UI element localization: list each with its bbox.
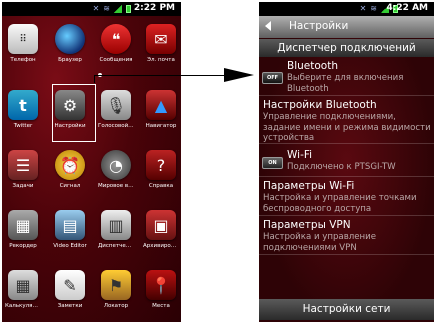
navigation-arrow-icon: ▲ [146, 90, 176, 120]
app-label: Навигатор [145, 123, 177, 129]
app-label: Twitter [13, 123, 33, 129]
task-manager-icon: ▥ [101, 210, 131, 240]
wifi-icon: ≋ [370, 4, 377, 13]
bluetooth-settings-title: Настройки Bluetooth [263, 99, 377, 111]
battery-icon [126, 4, 131, 13]
app-label: Эл. почта [147, 57, 175, 63]
wifi-title: Wi-Fi [287, 149, 313, 161]
usb-icon: ✕ [92, 4, 100, 13]
network-settings-header[interactable]: Настройки сети [259, 299, 434, 320]
app-task-manager[interactable]: ▥ Диспетчер ф... [98, 210, 134, 249]
wifi-toggle-item[interactable]: ON Wi-Fi Подключено к PTSGI-TW [259, 145, 434, 177]
app-label: Браузер [58, 57, 82, 63]
app-label: Голосовой п... [98, 123, 134, 129]
film-icon: ▤ [55, 210, 85, 240]
app-label: Рекордер [9, 243, 37, 249]
settings-highlight-box [52, 84, 96, 142]
calculator-icon: ▦ [8, 270, 38, 300]
status-bar: ✕ ≋ 2:22 PM [2, 2, 181, 16]
app-label: Справка [148, 183, 174, 189]
callout-arrow-head [224, 68, 254, 82]
signal-icon [114, 4, 122, 13]
wifi-settings-title: Параметры Wi-Fi [263, 180, 355, 192]
app-label: Сообщения [99, 57, 133, 63]
alarm-clock-icon: ⏰ [55, 150, 85, 180]
microphone-icon: 🎙 [101, 90, 131, 120]
recorder-icon: ▦ [8, 210, 38, 240]
app-locator[interactable]: ⚑ Локатор [98, 270, 134, 309]
bluetooth-title: Bluetooth [287, 60, 338, 72]
message-bubble-icon: ❝ [101, 24, 131, 54]
vpn-settings-subtitle: Настройка и управление подключениями VPN [263, 232, 377, 253]
app-label: Телефон [10, 57, 36, 63]
app-label: Задачи [12, 183, 34, 189]
bluetooth-toggle-item[interactable]: OFF Bluetooth Выберите для включения Blu… [259, 58, 434, 96]
bluetooth-settings-subtitle: Управление подключениями, задание имени … [263, 112, 431, 143]
locator-icon: ⚑ [101, 270, 131, 300]
app-world-clock[interactable]: ◔ Мировое вре... [98, 150, 134, 189]
bluetooth-settings-item[interactable]: Настройки Bluetooth Управление подключен… [259, 97, 434, 144]
app-label: Локатор [103, 303, 129, 309]
status-time: 4:22 AM [386, 3, 428, 13]
bluetooth-subtitle: Выберите для включения Bluetooth [287, 73, 404, 94]
status-bar: ✕ ≋ 4:22 AM [259, 2, 434, 16]
envelope-icon: ✉ [146, 24, 176, 54]
wifi-subtitle: Подключено к PTSGI-TW [287, 162, 396, 172]
app-tasks[interactable]: ☰ Задачи [5, 150, 41, 189]
wifi-settings-subtitle: Настройка и управление точками беспровод… [263, 193, 417, 214]
twitter-bird-icon: t [8, 90, 38, 120]
app-label: Диспетчер ф... [98, 243, 134, 249]
world-clock-icon: ◔ [101, 150, 131, 180]
settings-screen: ✕ ≋ 4:22 AM Настройки Диспетчер подключе… [259, 2, 434, 322]
wifi-toggle[interactable]: ON [262, 157, 283, 169]
app-notes[interactable]: ✎ Заметки [52, 270, 88, 309]
app-label: Video Editor [53, 243, 87, 249]
tasks-icon: ☰ [8, 150, 38, 180]
callout-arrow-line [94, 75, 226, 83]
page-title: Настройки [289, 20, 349, 32]
app-microphone[interactable]: 🎙 Голосовой п... [98, 90, 134, 129]
app-label: Мировое вре... [98, 183, 134, 189]
app-help-book[interactable]: ? Справка [143, 150, 179, 189]
app-archive[interactable]: ▣ Архивирова... [143, 210, 179, 249]
app-recorder[interactable]: ▦ Рекордер [5, 210, 41, 249]
app-navigation-arrow[interactable]: ▲ Навигатор [143, 90, 179, 129]
keypad-icon: ⠿ [8, 24, 38, 54]
app-label: Заметки [57, 303, 83, 309]
app-globe[interactable]: Браузер [52, 24, 88, 63]
app-label: Места [152, 303, 170, 309]
app-alarm-clock[interactable]: ⏰ Сигнал [52, 150, 88, 189]
notes-icon: ✎ [55, 270, 85, 300]
app-envelope[interactable]: ✉ Эл. почта [143, 24, 179, 63]
app-label: Сигнал [59, 183, 81, 189]
app-map-pin[interactable]: 📍 Места [143, 270, 179, 309]
map-pin-icon: 📍 [146, 270, 176, 300]
home-screen: ✕ ≋ 2:22 PM ⠿ Телефон Браузер ❝ Сообщения ✉ Эл… [2, 2, 181, 322]
globe-icon [55, 24, 85, 54]
archive-icon: ▣ [146, 210, 176, 240]
settings-header: Настройки [259, 16, 434, 38]
section-header-connections: Диспетчер подключений [259, 39, 434, 57]
usb-icon: ✕ [359, 4, 367, 13]
status-time: 2:22 PM [133, 3, 175, 13]
app-twitter-bird[interactable]: t Twitter [5, 90, 41, 129]
app-calculator[interactable]: ▦ Калькулятор [5, 270, 41, 309]
app-label: Архивирова... [143, 243, 179, 249]
wifi-icon: ≋ [103, 4, 110, 13]
app-label: Калькулятор [5, 303, 41, 309]
status-icons: ✕ ≋ [93, 4, 131, 13]
vpn-settings-item[interactable]: Параметры VPN Настройка и управление под… [259, 217, 434, 255]
help-book-icon: ? [146, 150, 176, 180]
app-film[interactable]: ▤ Video Editor [52, 210, 88, 249]
app-message-bubble[interactable]: ❝ Сообщения [98, 24, 134, 63]
bluetooth-toggle[interactable]: OFF [262, 72, 283, 84]
vpn-settings-title: Параметры VPN [263, 219, 351, 231]
wifi-settings-item[interactable]: Параметры Wi-Fi Настройка и управление т… [259, 178, 434, 216]
back-arrow-icon[interactable] [265, 21, 271, 31]
app-keypad[interactable]: ⠿ Телефон [5, 24, 41, 63]
